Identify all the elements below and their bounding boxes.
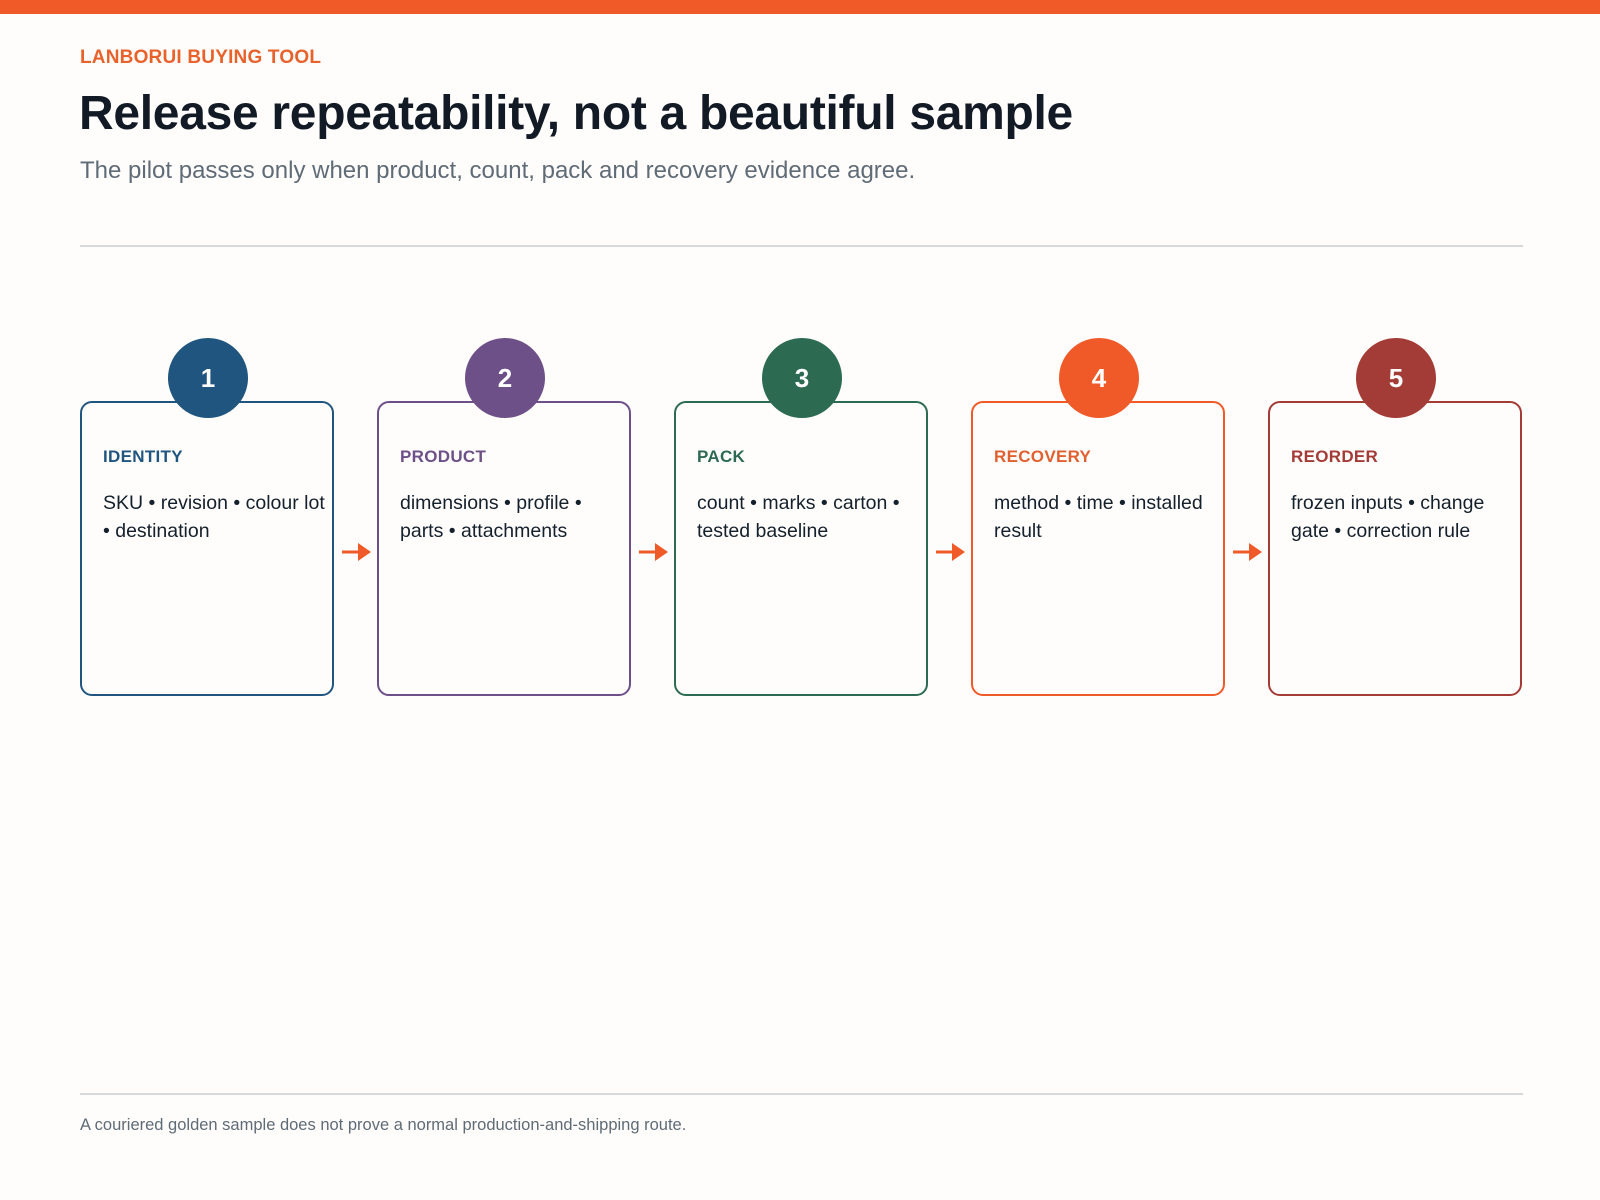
top-divider	[80, 245, 1523, 247]
arrow-right-icon	[936, 543, 965, 561]
bottom-divider	[80, 1093, 1523, 1095]
page-title: Release repeatability, not a beautiful s…	[79, 87, 1073, 140]
step-card-product: PRODUCT dimensions • profile • parts • a…	[377, 401, 631, 696]
step-text: frozen inputs • change gate • correction…	[1291, 492, 1485, 542]
page-subtitle: The pilot passes only when product, coun…	[80, 157, 916, 184]
step-label: PACK	[697, 447, 746, 466]
step-text: method • time • installed result	[994, 492, 1203, 542]
step-number-badge: 4	[1059, 338, 1139, 418]
step-text: count • marks • carton • tested baseline	[697, 492, 900, 542]
step-card-pack: PACK count • marks • carton • tested bas…	[674, 401, 928, 696]
step-label: IDENTITY	[103, 447, 183, 466]
eyebrow-label: LANBORUI BUYING TOOL	[80, 47, 322, 68]
top-accent-bar	[0, 0, 1600, 14]
arrow-right-icon	[639, 543, 668, 561]
step-text: dimensions • profile • parts • attachmen…	[400, 492, 582, 542]
step-label: RECOVERY	[994, 447, 1092, 466]
step-label: REORDER	[1291, 447, 1379, 466]
step-card-identity: IDENTITY SKU • revision • colour lot • d…	[80, 401, 334, 696]
arrow-right-icon	[1233, 543, 1262, 561]
step-text: SKU • revision • colour lot • destinatio…	[103, 492, 325, 542]
step-number-badge: 5	[1356, 338, 1436, 418]
step-number-badge: 2	[465, 338, 545, 418]
step-card-recovery: RECOVERY method • time • installed resul…	[971, 401, 1225, 696]
footer-note: A couriered golden sample does not prove…	[80, 1116, 687, 1134]
step-label: PRODUCT	[400, 447, 487, 466]
arrow-right-icon	[342, 543, 371, 561]
step-number-badge: 3	[762, 338, 842, 418]
step-card-reorder: REORDER frozen inputs • change gate • co…	[1268, 401, 1522, 696]
step-number-badge: 1	[168, 338, 248, 418]
